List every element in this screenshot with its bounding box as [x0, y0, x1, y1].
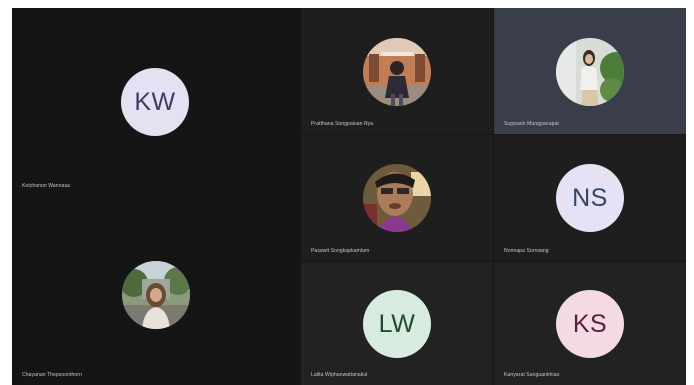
avatar-photo-greenery [556, 38, 624, 106]
avatar-ns: NS [556, 164, 624, 232]
participant-name-photo-1: Pratthana Songpaisan Rya [311, 121, 374, 127]
participant-name-photo-4: Pasawit Songkapkamlam [311, 248, 370, 254]
participant-tile-photo-2[interactable]: Suppasin Mungpanapat [494, 8, 686, 134]
avatar-initials-ks: KS [572, 309, 608, 338]
avatar-lw: LW [363, 290, 431, 358]
participant-tile-photo-3[interactable]: Chayanan Thepsoonthorn [12, 197, 300, 385]
profile-photo-icon [363, 164, 431, 232]
profile-photo-icon [122, 261, 190, 329]
participant-tile-ns[interactable]: NS Nonnapa Sornsang [494, 135, 686, 261]
avatar-initials-kw: KW [134, 87, 176, 116]
participant-name-ks: Kanyarat Sanguankhiao [504, 372, 560, 378]
participant-tile-photo-4[interactable]: Pasawit Songkapkamlam [301, 135, 493, 261]
avatar-ks: KS [556, 290, 624, 358]
avatar-photo-trees [122, 261, 190, 329]
participant-name-photo-3: Chayanan Thepsoonthorn [22, 372, 82, 378]
participant-tile-photo-1[interactable]: Pratthana Songpaisan Rya [301, 8, 493, 134]
participant-tile-kw[interactable]: KW Kotchanon Wannasa [12, 8, 300, 196]
avatar-initials-lw: LW [378, 309, 416, 338]
participant-tile-ks[interactable]: KS Kanyarat Sanguankhiao [494, 262, 686, 385]
profile-photo-icon [363, 38, 431, 106]
participant-name-ns: Nonnapa Sornsang [504, 248, 549, 254]
avatar-photo-selfie [363, 164, 431, 232]
participant-name-kw: Kotchanon Wannasa [22, 183, 70, 189]
avatar-photo-building [363, 38, 431, 106]
avatar-initials-ns: NS [572, 183, 608, 212]
profile-photo-icon [556, 38, 624, 106]
participant-name-photo-2: Suppasin Mungpanapat [504, 121, 559, 127]
meeting-stage: KW Kotchanon Wannasa Chayanan Thepsoonth… [12, 8, 686, 385]
participant-name-lw: Lalita Wiphanwattanakul [311, 372, 368, 378]
avatar-kw: KW [121, 68, 189, 136]
participant-tile-lw[interactable]: LW Lalita Wiphanwattanakul [301, 262, 493, 385]
